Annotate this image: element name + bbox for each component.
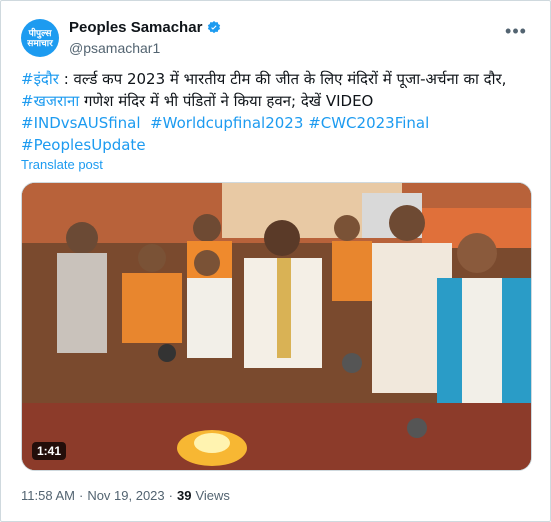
more-horizontal-icon: ••• xyxy=(505,20,527,41)
tweet-header: पीपुल्स समाचार Peoples Samachar @psamach… xyxy=(21,17,534,61)
author-display-name[interactable]: Peoples Samachar xyxy=(69,19,202,36)
tweet-date[interactable]: Nov 19, 2023 xyxy=(87,488,164,503)
views-label: Views xyxy=(195,488,230,503)
tweet-text-segment: गणेश मंदिर में भी पंडितों ने किया हवन; द… xyxy=(79,92,374,110)
hashtag-link[interactable]: #इंदौर xyxy=(21,70,59,88)
video-duration-badge: 1:41 xyxy=(32,442,67,460)
tweet-time[interactable]: 11:58 AM xyxy=(21,488,75,503)
tweet-text: #इंदौर : वर्ल्ड कप 2023 में भारतीय टीम क… xyxy=(21,68,536,156)
author-handle[interactable]: @psamachar1 xyxy=(69,40,222,56)
hashtag-link[interactable]: #CWC2023Final xyxy=(308,114,429,132)
video-player[interactable]: 1:41 xyxy=(21,182,532,471)
meta-separator: · xyxy=(168,488,173,503)
author-name-row[interactable]: Peoples Samachar xyxy=(69,19,222,36)
hashtag-link[interactable]: #Worldcupfinal2023 xyxy=(150,114,303,132)
avatar[interactable]: पीपुल्स समाचार xyxy=(21,19,59,57)
verified-badge-icon xyxy=(206,20,222,36)
author-block: Peoples Samachar @psamachar1 xyxy=(69,19,222,56)
tweet-card: पीपुल्स समाचार Peoples Samachar @psamach… xyxy=(0,0,551,522)
meta-separator: · xyxy=(78,488,84,503)
hashtag-link[interactable]: #खजराना xyxy=(21,92,79,110)
tweet-meta: 11:58 AM · Nov 19, 2023 · 39 Views xyxy=(21,488,230,503)
translate-post-link[interactable]: Translate post xyxy=(21,157,103,172)
hashtag-link[interactable]: #PeoplesUpdate xyxy=(21,136,146,154)
tweet-text-segment: : वर्ल्ड कप 2023 में भारतीय टीम की जीत क… xyxy=(58,70,507,88)
views-count: 39 xyxy=(177,488,192,503)
avatar-logo-text: पीपुल्स समाचार xyxy=(27,28,53,48)
video-thumbnail xyxy=(22,183,531,470)
more-options-button[interactable]: ••• xyxy=(504,21,528,41)
hashtag-link[interactable]: #INDvsAUSfinal xyxy=(21,114,141,132)
